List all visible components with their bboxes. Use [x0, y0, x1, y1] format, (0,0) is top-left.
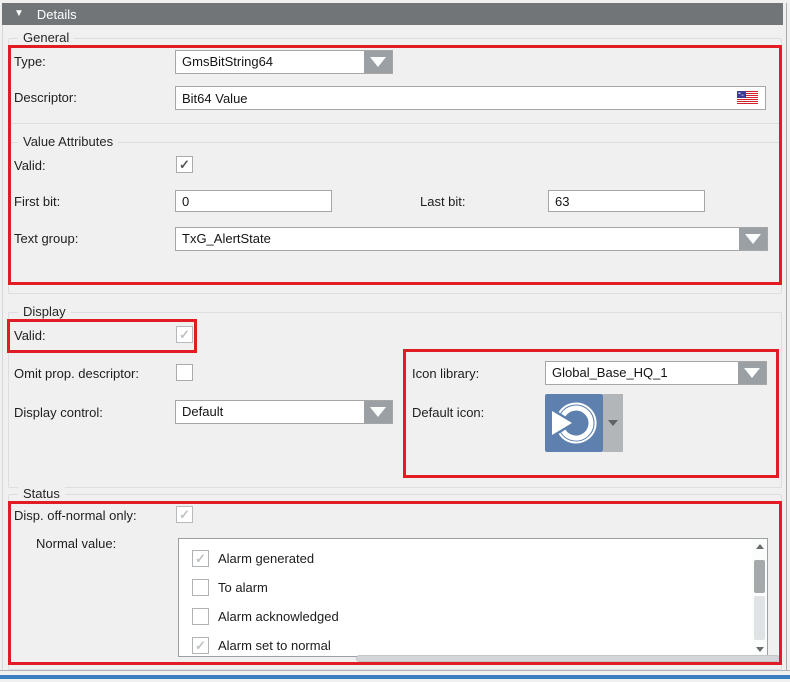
omit-prop-descriptor-label: Omit prop. descriptor: — [14, 366, 139, 381]
details-panel: ▼ Details General Type: GmsBitString64 D… — [0, 0, 790, 682]
default-icon-label: Default icon: — [412, 405, 484, 420]
circle-arrow-icon — [545, 394, 603, 452]
chevron-down-icon — [744, 368, 760, 378]
normal-value-listbox[interactable]: ✓ Alarm generated To alarm Alarm acknowl… — [178, 538, 768, 657]
value-attributes-group-box: Value Attributes — [8, 142, 782, 294]
type-combobox-value: GmsBitString64 — [176, 51, 364, 73]
valid-label: Valid: — [14, 158, 46, 173]
list-item-checkbox[interactable]: ✓ — [192, 550, 209, 567]
check-icon: ✓ — [179, 158, 190, 171]
list-item-label: Alarm set to normal — [218, 638, 331, 653]
collapse-triangle-icon: ▼ — [14, 9, 24, 19]
last-bit-input[interactable] — [548, 190, 705, 212]
status-group-label: Status — [18, 486, 65, 501]
display-control-label: Display control: — [14, 405, 103, 420]
text-group-combobox[interactable]: TxG_AlertState — [175, 227, 768, 251]
valid-checkbox[interactable]: ✓ — [176, 156, 193, 173]
display-control-combobox-dropdown-button[interactable] — [364, 401, 392, 423]
default-icon-dropdown-button[interactable] — [603, 394, 623, 452]
panel-bottom-border — [0, 670, 790, 671]
check-icon: ✓ — [179, 328, 190, 341]
value-attributes-group-label: Value Attributes — [18, 134, 118, 149]
display-group-box: Display — [8, 312, 782, 488]
first-bit-input[interactable] — [175, 190, 332, 212]
list-item-label: To alarm — [218, 580, 268, 595]
type-label: Type: — [14, 54, 46, 69]
first-bit-label: First bit: — [14, 194, 60, 209]
list-item-checkbox[interactable] — [192, 608, 209, 625]
display-valid-label: Valid: — [14, 328, 46, 343]
display-group-label: Display — [18, 304, 71, 319]
check-icon: ✓ — [195, 639, 206, 652]
type-combobox-dropdown-button[interactable] — [364, 51, 392, 73]
scrollbar-thumb[interactable] — [754, 560, 765, 593]
text-group-combobox-dropdown-button[interactable] — [739, 228, 767, 250]
panel-left-border — [2, 25, 3, 670]
icon-library-label: Icon library: — [412, 366, 479, 381]
details-expander-header[interactable]: ▼ Details — [2, 3, 783, 25]
normal-value-label: Normal value: — [36, 536, 116, 551]
list-item-label: Alarm generated — [218, 551, 314, 566]
chevron-down-icon — [745, 234, 761, 244]
list-item[interactable]: Alarm acknowledged — [179, 602, 751, 631]
display-valid-checkbox: ✓ — [176, 326, 193, 343]
panel-right-border — [786, 3, 787, 670]
check-icon: ✓ — [195, 552, 206, 565]
list-item-checkbox[interactable] — [192, 579, 209, 596]
chevron-down-icon — [370, 57, 386, 67]
last-bit-label: Last bit: — [420, 194, 466, 209]
list-item-checkbox[interactable]: ✓ — [192, 637, 209, 654]
check-icon: ✓ — [179, 508, 190, 521]
details-header-title: Details — [37, 7, 77, 22]
descriptor-label: Descriptor: — [14, 90, 77, 105]
general-group-label: General — [18, 30, 74, 45]
list-item[interactable]: ✓ Alarm generated — [179, 544, 751, 573]
vertical-scrollbar[interactable] — [752, 539, 767, 656]
scroll-down-button[interactable] — [752, 642, 767, 656]
disp-off-normal-only-checkbox: ✓ — [176, 506, 193, 523]
disp-off-normal-only-label: Disp. off-normal only: — [14, 508, 137, 523]
scroll-up-button[interactable] — [752, 539, 767, 553]
scrollbar-track-lower[interactable] — [754, 596, 765, 640]
icon-library-combobox-value: Global_Base_HQ_1 — [546, 362, 738, 384]
display-control-combobox-value: Default — [176, 401, 364, 423]
type-combobox[interactable]: GmsBitString64 — [175, 50, 393, 74]
chevron-down-icon — [370, 407, 386, 417]
triangle-up-icon — [756, 544, 764, 549]
splitter-line — [0, 675, 790, 679]
text-group-label: Text group: — [14, 231, 78, 246]
list-item[interactable]: To alarm — [179, 573, 751, 602]
omit-prop-descriptor-checkbox[interactable] — [176, 364, 193, 381]
general-group-box: General — [8, 38, 782, 124]
list-item-label: Alarm acknowledged — [218, 609, 339, 624]
horizontal-scrollbar-thumb[interactable] — [356, 655, 780, 662]
chevron-down-icon — [608, 420, 618, 426]
triangle-down-icon — [756, 647, 764, 652]
display-control-combobox[interactable]: Default — [175, 400, 393, 424]
text-group-combobox-value: TxG_AlertState — [176, 228, 739, 250]
icon-library-combobox-dropdown-button[interactable] — [738, 362, 766, 384]
descriptor-input[interactable] — [175, 86, 766, 110]
us-flag-icon — [737, 91, 758, 104]
icon-library-combobox[interactable]: Global_Base_HQ_1 — [545, 361, 767, 385]
